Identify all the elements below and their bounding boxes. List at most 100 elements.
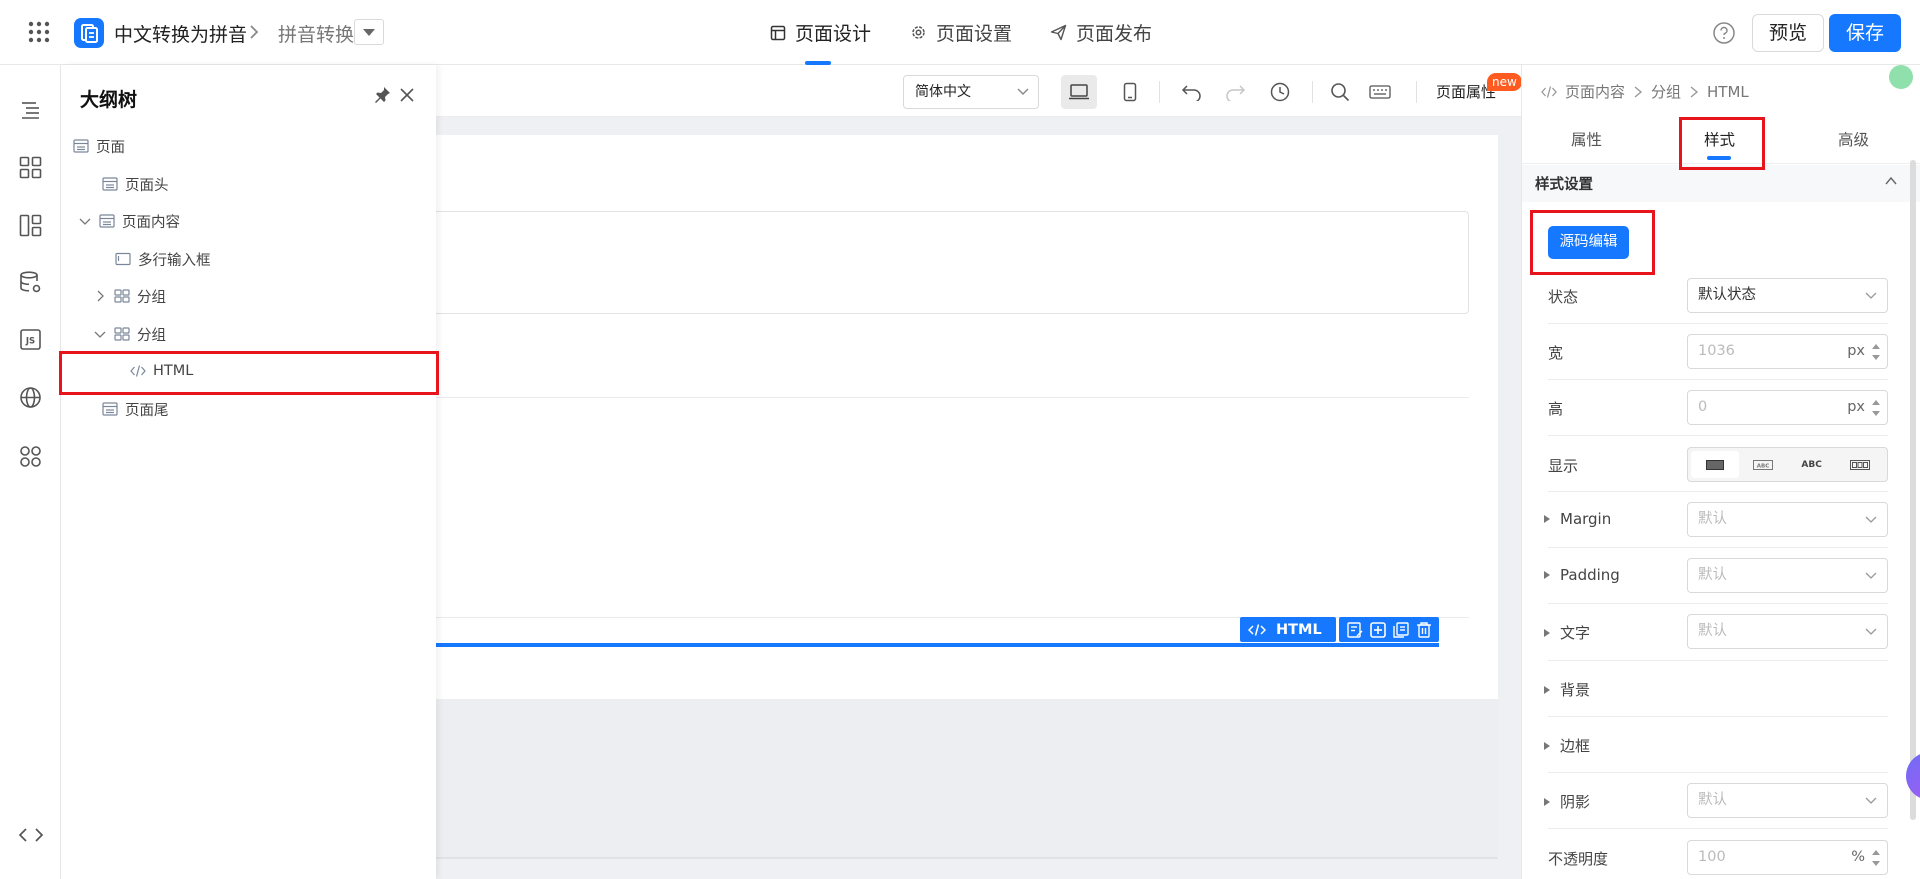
trash-icon[interactable] [1415, 621, 1433, 639]
chevron-down-icon[interactable] [79, 215, 91, 227]
margin-toggle[interactable]: Margin [1544, 510, 1611, 528]
tab-page-design[interactable]: 页面设计 [770, 0, 871, 65]
tab-page-settings-label: 页面设置 [936, 23, 1013, 45]
keyboard-shortcuts-button[interactable] [1362, 75, 1398, 109]
page-footer-area [436, 699, 1498, 859]
chevron-down-icon[interactable] [94, 328, 106, 340]
tree-node-label: 页面 [96, 139, 125, 156]
breadcrumb-item[interactable]: 页面内容 [1565, 81, 1625, 102]
chevron-up-icon[interactable] [1884, 174, 1898, 188]
tab-page-design-label: 页面设计 [795, 23, 872, 45]
language-select[interactable]: 简体中文 [903, 75, 1039, 109]
shadow-toggle[interactable]: 阴影 [1544, 791, 1590, 812]
stepper-icon[interactable] [1871, 396, 1881, 420]
plugins-icon[interactable] [18, 444, 43, 469]
tree-node-page-header[interactable]: 页面头 [102, 169, 169, 199]
prop-divider [1548, 660, 1888, 661]
border-toggle[interactable]: 边框 [1544, 735, 1590, 756]
globe-icon[interactable] [18, 385, 43, 410]
tree-node-page[interactable]: 页面 [73, 131, 125, 161]
prop-divider [1548, 772, 1888, 773]
width-unit: px [1847, 343, 1865, 359]
shadow-select[interactable]: 默认 [1687, 783, 1888, 818]
search-button[interactable] [1322, 75, 1358, 109]
display-flex-option[interactable] [1836, 451, 1884, 478]
mobile-view-button[interactable] [1112, 75, 1148, 109]
add-icon[interactable] [1369, 621, 1387, 639]
tree-node-label: 页面头 [125, 177, 169, 194]
source-edit-button[interactable]: 源码编辑 [1548, 226, 1629, 259]
copy-icon[interactable] [1392, 621, 1410, 639]
active-tab-indicator [1707, 156, 1731, 160]
width-input[interactable]: 1036 px [1687, 334, 1888, 369]
app-grid-icon[interactable] [27, 20, 51, 44]
html-component-selection[interactable] [436, 643, 1439, 647]
app-name[interactable]: 中文转换为拼音 [114, 20, 247, 47]
caret-right-icon [1544, 628, 1550, 637]
padding-toggle[interactable]: Padding [1544, 566, 1620, 584]
tab-style[interactable]: 样式 [1704, 128, 1735, 150]
text-select-value: 默认 [1698, 623, 1727, 639]
html-tag-label: HTML [1276, 621, 1322, 638]
page-switch-dropdown[interactable] [354, 19, 384, 45]
panel-scrollbar[interactable] [1910, 160, 1916, 820]
layout-blocks-icon[interactable] [18, 213, 43, 238]
textarea-component-preview[interactable] [436, 211, 1469, 314]
height-input[interactable]: 0 px [1687, 390, 1888, 425]
prop-divider [1548, 491, 1888, 492]
send-icon [1050, 24, 1067, 41]
javascript-icon[interactable]: JS [18, 327, 43, 352]
tree-node-textarea[interactable]: 多行输入框 [115, 244, 211, 274]
padding-select[interactable]: 默认 [1687, 558, 1888, 593]
tab-advanced[interactable]: 高级 [1838, 128, 1869, 150]
components-icon[interactable] [18, 155, 43, 180]
redo-button[interactable] [1217, 75, 1253, 109]
code-icon [130, 365, 146, 377]
margin-label: Margin [1560, 510, 1612, 528]
data-source-icon[interactable] [18, 270, 43, 295]
background-label: 背景 [1560, 681, 1591, 699]
save-button[interactable]: 保存 [1829, 14, 1901, 52]
tree-node-label: HTML [153, 363, 194, 379]
display-block-option[interactable] [1691, 451, 1740, 478]
margin-select[interactable]: 默认 [1687, 502, 1888, 537]
tab-page-publish[interactable]: 页面发布 [1050, 0, 1152, 65]
display-inline-block-option[interactable]: ABC [1739, 451, 1787, 478]
tree-node-page-footer[interactable]: 页面尾 [102, 394, 169, 424]
state-select[interactable]: 默认状态 [1687, 278, 1888, 313]
tab-properties[interactable]: 属性 [1571, 128, 1602, 150]
tab-page-settings[interactable]: 页面设置 [910, 0, 1012, 65]
tree-node-page-content[interactable]: 页面内容 [79, 206, 180, 236]
history-button[interactable] [1262, 75, 1298, 109]
breadcrumb-item[interactable]: HTML [1707, 83, 1749, 101]
text-toggle[interactable]: 文字 [1544, 622, 1590, 643]
outline-tree-icon[interactable] [18, 98, 43, 123]
tree-node-group-2[interactable]: 分组 [94, 319, 166, 349]
html-component-tag[interactable]: HTML [1240, 617, 1336, 642]
code-icon[interactable] [17, 823, 45, 847]
textarea-icon [115, 252, 131, 266]
breadcrumb-item[interactable]: 分组 [1651, 81, 1681, 102]
help-icon[interactable] [1712, 21, 1736, 45]
undo-button[interactable] [1174, 75, 1210, 109]
block-icon [102, 402, 118, 416]
stepper-icon[interactable] [1871, 340, 1881, 364]
display-inline-option[interactable]: ABC [1788, 451, 1836, 478]
preview-button[interactable]: 预览 [1752, 14, 1824, 52]
block-icon [102, 177, 118, 191]
background-toggle[interactable]: 背景 [1544, 679, 1590, 700]
edit-icon[interactable] [1346, 621, 1364, 639]
tree-node-label: 分组 [137, 289, 166, 306]
current-page-name[interactable]: 拼音转换 [278, 20, 354, 47]
pin-icon[interactable] [372, 85, 392, 105]
close-icon[interactable] [397, 85, 417, 105]
text-select[interactable]: 默认 [1687, 614, 1888, 649]
tree-node-group-1[interactable]: 分组 [94, 281, 166, 311]
keyboard-icon [1369, 85, 1391, 99]
opacity-input[interactable]: 100 % [1687, 840, 1888, 875]
block-icon [99, 214, 115, 228]
chevron-right-icon[interactable] [94, 290, 106, 302]
stepper-icon[interactable] [1871, 846, 1881, 870]
tree-node-html[interactable]: HTML [130, 356, 193, 386]
desktop-view-button[interactable] [1061, 75, 1097, 109]
